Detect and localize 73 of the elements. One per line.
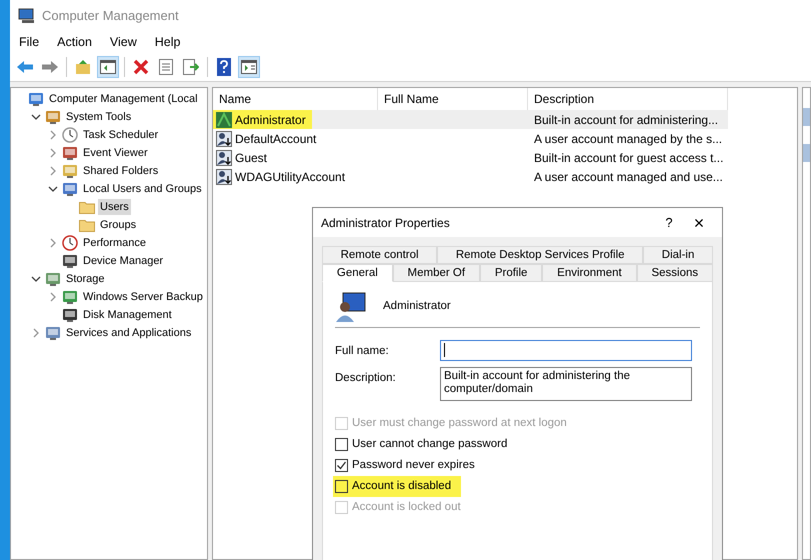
list-row[interactable]: Guest Built-in account for guest access t... bbox=[213, 148, 728, 167]
table-cell-text: DefaultAccount bbox=[235, 130, 316, 148]
close-button[interactable]: × bbox=[684, 214, 714, 232]
chevron-right-icon[interactable] bbox=[31, 328, 41, 338]
checkbox-label: Account is disabled bbox=[352, 478, 452, 494]
help-button[interactable]: ? bbox=[654, 212, 684, 232]
table-cell: Built-in account for administering... bbox=[534, 112, 718, 126]
tree-item[interactable]: Task Scheduler bbox=[81, 126, 160, 144]
checkbox[interactable] bbox=[335, 438, 348, 451]
chevron-right-icon[interactable] bbox=[48, 292, 58, 302]
user-icon bbox=[216, 130, 232, 146]
user-icon bbox=[216, 112, 232, 128]
tab[interactable]: Remote Desktop Services Profile bbox=[437, 246, 644, 264]
folder-icon bbox=[79, 218, 95, 232]
table-cell: Built-in account for guest access t... bbox=[534, 150, 724, 164]
tab[interactable]: Profile bbox=[480, 264, 542, 282]
tree-item[interactable]: Performance bbox=[81, 234, 148, 252]
table-cell-text: WDAGUtilityAccount bbox=[235, 168, 346, 186]
list-row[interactable]: WDAGUtilityAccount A user account managed and use... bbox=[213, 167, 728, 186]
tree-item[interactable]: Groups bbox=[98, 216, 138, 234]
tab[interactable]: Dial-in bbox=[643, 246, 714, 264]
table-cell: A user account managed and use... bbox=[534, 170, 723, 184]
checkbox-label: User must change password at next logon bbox=[352, 416, 567, 431]
pane-button[interactable] bbox=[238, 56, 260, 78]
text-field[interactable]: Built-in account for administering the computer/domain bbox=[440, 367, 692, 401]
tree-item[interactable]: Event Viewer bbox=[81, 144, 150, 162]
dialog-title: Administrator Properties bbox=[321, 214, 451, 232]
checkbox[interactable] bbox=[335, 480, 348, 493]
tab[interactable]: General bbox=[322, 264, 393, 282]
checkbox-label: Account is locked out bbox=[352, 500, 461, 515]
list-row[interactable]: DefaultAccount A user account managed by the s... bbox=[213, 129, 728, 148]
tree-item[interactable]: Shared Folders bbox=[81, 162, 160, 180]
tree-item[interactable]: Services and Applications bbox=[64, 324, 194, 342]
list-row[interactable]: Administrator Built-in account for administering... bbox=[213, 110, 728, 129]
menu-item[interactable]: Help bbox=[154, 32, 180, 52]
window-title: Computer Management bbox=[42, 7, 179, 26]
user-icon bbox=[216, 168, 232, 184]
clock-icon bbox=[62, 127, 78, 143]
user-icon bbox=[216, 150, 232, 166]
chevron-right-icon[interactable] bbox=[48, 238, 58, 248]
table-cell-text: Administrator bbox=[235, 112, 306, 128]
user-icon bbox=[335, 290, 367, 322]
chevron-down-icon[interactable] bbox=[31, 274, 41, 284]
text-field[interactable] bbox=[440, 340, 692, 361]
chevron-down-icon[interactable] bbox=[48, 184, 58, 194]
tab[interactable]: Member Of bbox=[392, 264, 480, 282]
user-name: Administrator bbox=[383, 298, 451, 314]
tab[interactable]: Remote control bbox=[322, 246, 438, 264]
tree-item[interactable]: Local Users and Groups bbox=[81, 180, 204, 198]
tree-item[interactable]: Windows Server Backup bbox=[81, 288, 205, 306]
menu-item[interactable]: File bbox=[19, 32, 40, 52]
menu-item[interactable]: View bbox=[110, 32, 137, 52]
tab[interactable]: Environment bbox=[542, 264, 637, 282]
checkbox-label: User cannot change password bbox=[352, 436, 508, 452]
tree-button[interactable] bbox=[97, 56, 119, 78]
computer-icon bbox=[18, 8, 36, 24]
chevron-down-icon[interactable] bbox=[31, 112, 41, 122]
tree-item[interactable]: Device Manager bbox=[81, 252, 166, 270]
field-label: Description: bbox=[335, 371, 397, 386]
tree-item[interactable]: Disk Management bbox=[81, 306, 174, 324]
tree-item[interactable]: Users bbox=[98, 198, 131, 216]
folder-icon bbox=[79, 200, 95, 214]
menu-item[interactable]: Action bbox=[57, 32, 92, 52]
computer-icon bbox=[28, 91, 44, 107]
tree-item[interactable]: System Tools bbox=[64, 108, 134, 126]
checkbox-label: Password never expires bbox=[352, 458, 475, 473]
tree-item[interactable]: Storage bbox=[64, 270, 107, 288]
field-label: Full name: bbox=[335, 344, 390, 359]
checkbox[interactable] bbox=[335, 459, 348, 472]
table-cell: A user account managed by the s... bbox=[534, 132, 722, 146]
table-cell-text: Guest bbox=[235, 150, 268, 166]
tab[interactable]: Sessions bbox=[636, 264, 714, 282]
tree-item[interactable]: Computer Management (Local bbox=[47, 90, 200, 108]
